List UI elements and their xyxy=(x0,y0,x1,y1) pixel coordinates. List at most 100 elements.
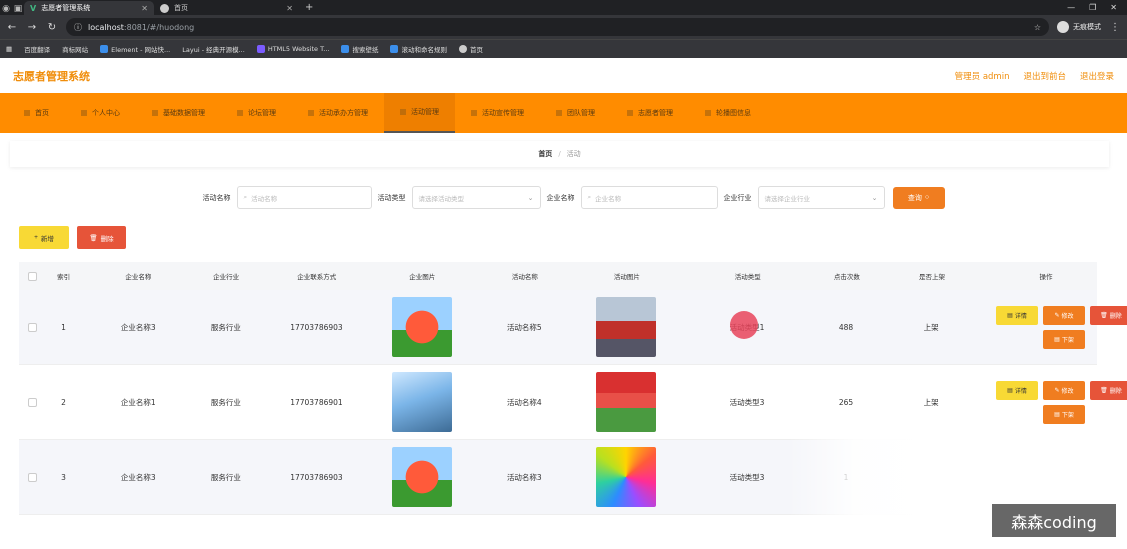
close-tab-icon[interactable]: ✕ xyxy=(141,4,148,13)
bookmark-item[interactable]: Element - 网站快... xyxy=(100,44,170,54)
unpublish-button[interactable]: ▤下架 xyxy=(1043,329,1085,349)
breadcrumb-separator: / xyxy=(558,150,561,158)
minimize-icon[interactable]: — xyxy=(1067,3,1075,12)
company-image[interactable] xyxy=(391,297,452,357)
vue-icon: V xyxy=(30,3,37,13)
menu-item-promotion[interactable]: 活动宣传管理 xyxy=(455,93,540,133)
company-industry-select[interactable]: 请选择企业行业 ⌄ xyxy=(757,186,885,209)
profile-button[interactable]: 无痕模式 xyxy=(1057,21,1101,33)
menu-item-home[interactable]: 首页 xyxy=(8,93,65,133)
menu-item-organizer[interactable]: 活动承办方管理 xyxy=(292,93,384,133)
delete-button[interactable]: 🗑删除 xyxy=(1090,380,1127,400)
bookmark-item[interactable]: Layui - 经典开源模... xyxy=(182,44,245,54)
reload-icon[interactable]: ↻ xyxy=(46,22,58,33)
cell-activity-name: 活动名称4 xyxy=(506,397,542,407)
detail-button[interactable]: ▤详情 xyxy=(996,305,1038,325)
bookmarks-bar: ▦ 百度翻译 商标网站 Element - 网站快... Layui - 经典开… xyxy=(0,39,1127,58)
menu-item-profile[interactable]: 个人中心 xyxy=(65,93,136,133)
menu-item-activity[interactable]: 活动管理 xyxy=(384,93,455,133)
carousel-icon xyxy=(705,110,711,116)
edit-button[interactable]: ✎修改 xyxy=(1043,380,1085,400)
data-icon xyxy=(152,110,158,116)
bookmark-item[interactable]: 搜索壁纸 xyxy=(341,44,378,54)
company-name-input[interactable]: ⌕ 企业名称 xyxy=(580,186,718,209)
header-industry: 企业行业 xyxy=(213,273,240,281)
menu-item-team[interactable]: 团队管理 xyxy=(540,93,611,133)
company-image[interactable] xyxy=(391,447,452,507)
close-window-icon[interactable]: ✕ xyxy=(1110,3,1117,12)
row-checkbox[interactable] xyxy=(28,322,38,332)
delete-button[interactable]: 🗑删除 xyxy=(1090,305,1127,325)
menu-item-forum[interactable]: 论坛管理 xyxy=(221,93,292,133)
wallpaper-icon xyxy=(341,45,350,53)
activity-image[interactable] xyxy=(596,297,657,357)
activity-type-select[interactable]: 请选择活动类型 ⌄ xyxy=(411,186,541,209)
url-input[interactable]: ⓘ localhost:8081/#/huodong ☆ xyxy=(66,18,1049,36)
detail-button[interactable]: ▤详情 xyxy=(996,380,1038,400)
pencil-icon: ✎ xyxy=(1054,312,1060,319)
incognito-icon xyxy=(1057,21,1069,33)
cell-company: 企业名称3 xyxy=(120,322,156,332)
bookmark-item[interactable]: 商标网站 xyxy=(62,44,88,54)
cell-activity-name: 活动名称5 xyxy=(506,322,542,332)
forward-icon[interactable]: → xyxy=(26,22,38,33)
company-image[interactable] xyxy=(391,372,452,432)
rules-icon xyxy=(390,45,399,53)
document-icon: ▤ xyxy=(1007,387,1013,394)
header-phone: 企业联系方式 xyxy=(297,273,337,281)
back-icon[interactable]: ← xyxy=(6,22,18,33)
pencil-icon: ✎ xyxy=(1054,387,1060,394)
row-checkbox[interactable] xyxy=(28,397,38,407)
activity-name-input[interactable]: ⌕ 活动名称 xyxy=(236,186,372,209)
arrow-down-icon: ▤ xyxy=(1054,336,1060,343)
search-icon: ⌕ xyxy=(243,193,248,201)
more-icon[interactable]: ⋮ xyxy=(1109,22,1121,33)
document-icon: ▤ xyxy=(1007,312,1013,319)
close-tab-icon[interactable]: ✕ xyxy=(286,4,293,13)
table-header: 索引 企业名称 企业行业 企业联系方式 企业图片 活动名称 活动图片 活动类型 … xyxy=(19,262,1097,290)
search-bar: 活动名称 ⌕ 活动名称 活动类型 请选择活动类型 ⌄ 企业名称 ⌕ 企业名称 企业行业… xyxy=(0,186,1127,209)
row-actions: ▤详情✎修改🗑删除▤下架 xyxy=(994,305,1127,349)
tab-group-icon[interactable]: ▣ xyxy=(12,3,24,15)
bookmark-item[interactable]: 首页 xyxy=(458,44,483,54)
info-icon: ⓘ xyxy=(74,22,82,32)
unpublish-button[interactable]: ▤下架 xyxy=(1043,404,1085,424)
row-checkbox[interactable] xyxy=(28,472,38,482)
restore-icon[interactable]: ❐ xyxy=(1089,3,1096,12)
table-row: 2 企业名称1 服务行业 17703786901 活动名称4 活动类型3 265 上架 ▤ 详情 ✎… xyxy=(19,365,1127,440)
apps-icon[interactable]: ▦ xyxy=(6,45,12,53)
breadcrumb-current: 活动 xyxy=(566,150,581,158)
bookmark-item[interactable]: HTML5 Website T... xyxy=(256,45,329,53)
menu-item-carousel[interactable]: 轮播图信息 xyxy=(689,93,767,133)
bulk-delete-button[interactable]: 🗑 删除 xyxy=(77,226,126,249)
add-button[interactable]: + 新增 xyxy=(19,226,69,249)
header-company: 企业名称 xyxy=(125,273,152,281)
activity-image[interactable] xyxy=(596,372,657,432)
bookmark-item[interactable]: 滚动和命名规则 xyxy=(390,44,447,54)
html5-icon xyxy=(256,45,265,53)
logout-link[interactable]: 退出登录 xyxy=(1080,70,1114,82)
select-all-checkbox[interactable] xyxy=(28,271,38,281)
activity-image[interactable] xyxy=(596,447,657,507)
header-activity-type: 活动类型 xyxy=(734,273,761,281)
header-ops: 操作 xyxy=(1039,273,1053,281)
bookmark-star-icon[interactable]: ☆ xyxy=(1034,23,1041,32)
url-path: :8081/#/huodong xyxy=(123,22,195,32)
menu-item-base-data[interactable]: 基础数据管理 xyxy=(136,93,221,133)
menu-item-volunteer[interactable]: 志愿者管理 xyxy=(611,93,689,133)
cell-index: 2 xyxy=(61,397,66,407)
breadcrumb-home[interactable]: 首页 xyxy=(538,149,552,159)
app-header: 志愿者管理系统 管理员 admin 退出到前台 退出登录 xyxy=(0,58,1127,93)
browser-menu-icon[interactable]: ◉ xyxy=(0,3,12,15)
browser-tab-active[interactable]: V 志愿者管理系统 ✕ xyxy=(24,1,154,15)
new-tab-icon[interactable]: + xyxy=(299,1,319,15)
bookmark-item[interactable]: 百度翻译 xyxy=(24,44,50,54)
back-to-front-link[interactable]: 退出到前台 xyxy=(1023,70,1066,82)
browser-tab[interactable]: 首页 ✕ xyxy=(154,1,299,15)
globe-icon xyxy=(160,3,169,13)
cell-phone: 17703786903 xyxy=(290,472,343,482)
cell-status: 上架 xyxy=(923,322,939,332)
query-button[interactable]: 查询 ○ xyxy=(892,186,945,209)
cell-activity-type: 活动类型3 xyxy=(729,397,765,407)
edit-button[interactable]: ✎修改 xyxy=(1043,305,1085,325)
